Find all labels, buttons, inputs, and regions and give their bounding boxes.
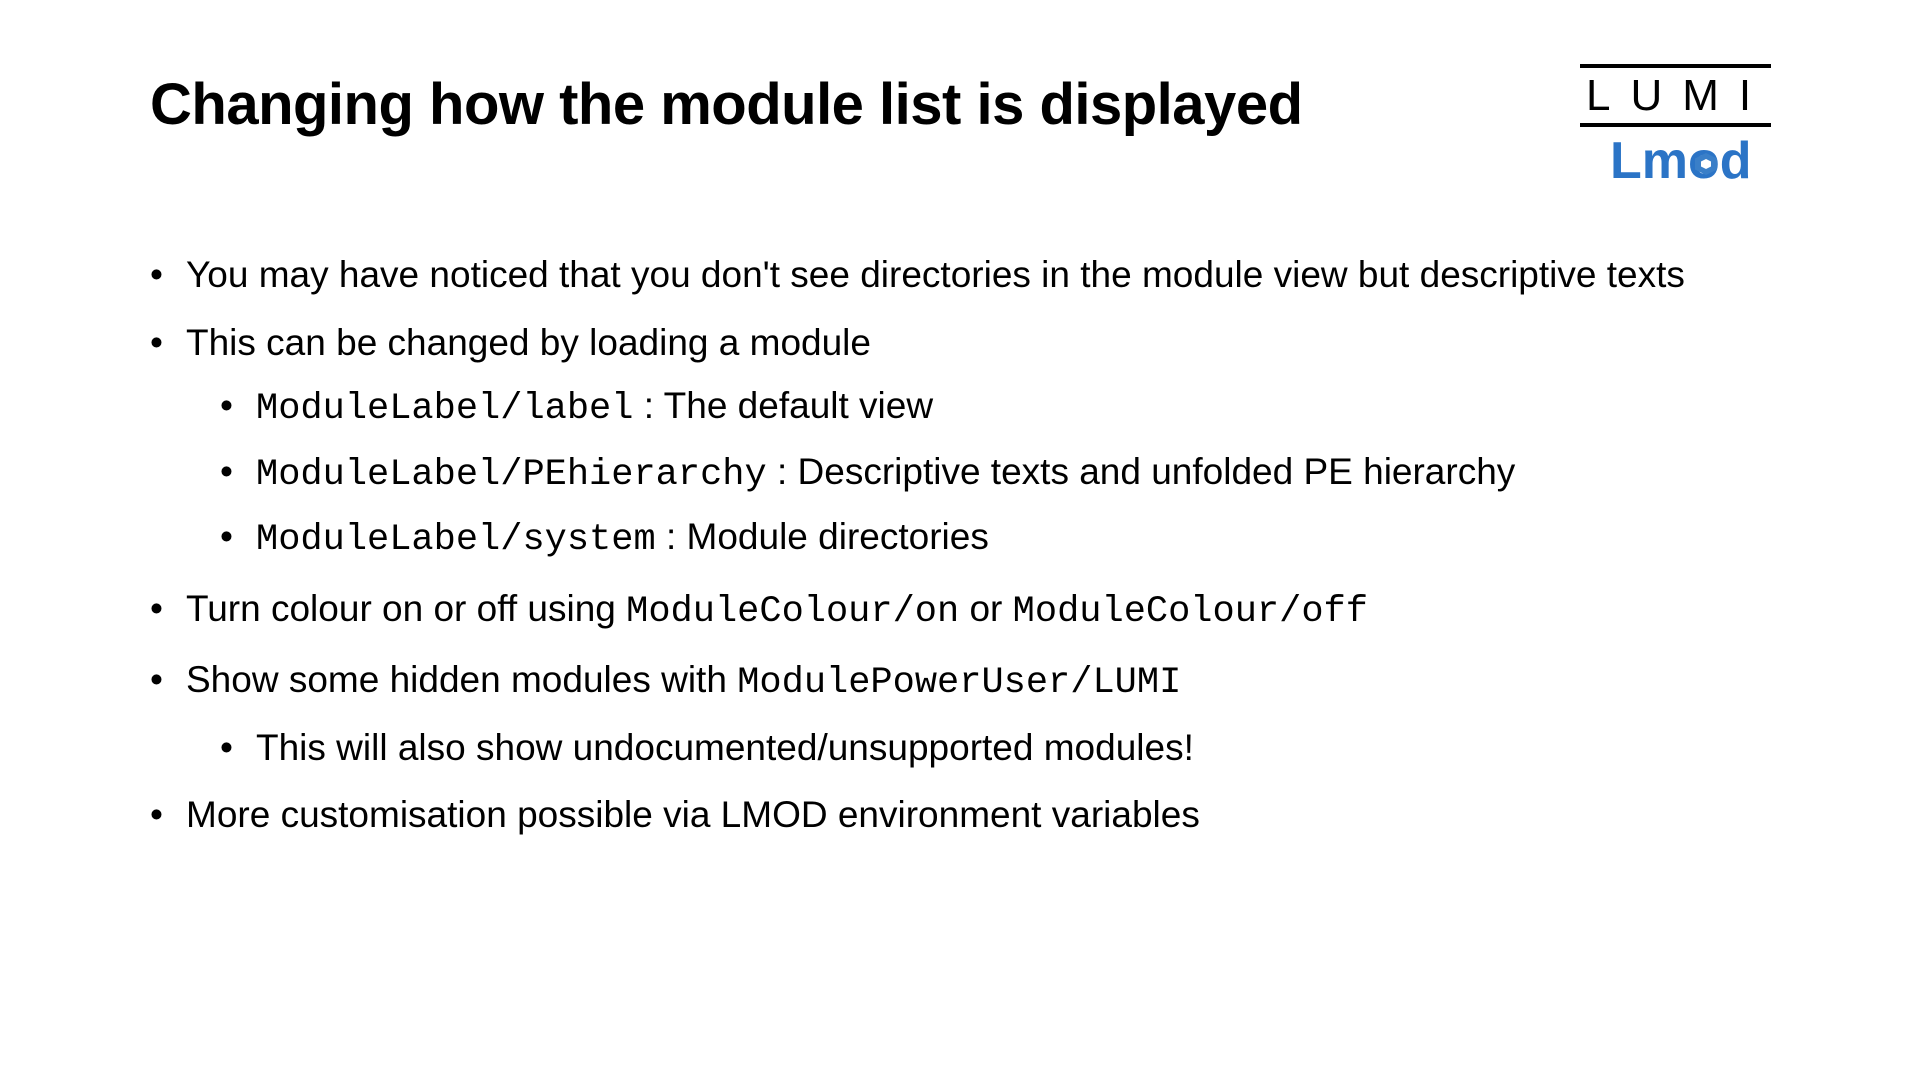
sub-list: ModuleLabel/label : The default view Mod… [186,378,1800,569]
bullet-text: You may have noticed that you don't see … [186,254,1685,295]
list-item: Show some hidden modules with ModulePowe… [150,652,1800,775]
code-text: ModulePowerUser/LUMI [737,662,1181,704]
list-item: You may have noticed that you don't see … [150,247,1800,303]
bullet-text: : Module directories [656,516,989,557]
lmod-logo: Lmod [1610,135,1800,187]
code-text: ModuleLabel/PEhierarchy [256,454,767,496]
list-item: ModuleLabel/PEhierarchy : Descriptive te… [220,444,1800,504]
list-item: This will also show undocumented/unsuppo… [220,720,1800,776]
code-text: ModuleLabel/label [256,388,633,430]
bullet-text: This can be changed by loading a module [186,322,871,363]
slide-title: Changing how the module list is displaye… [150,60,1303,140]
bullet-list: You may have noticed that you don't see … [150,247,1800,843]
bullet-text: Show some hidden modules with [186,659,737,700]
list-item: ModuleLabel/system : Module directories [220,509,1800,569]
code-text: ModuleColour/off [1013,591,1368,633]
sub-list: This will also show undocumented/unsuppo… [186,720,1800,776]
code-text: ModuleLabel/system [256,519,656,561]
list-item: ModuleLabel/label : The default view [220,378,1800,438]
bullet-text: This will also show undocumented/unsuppo… [256,727,1194,768]
slide: Changing how the module list is displaye… [0,0,1920,1080]
header-row: Changing how the module list is displaye… [150,60,1800,187]
bullet-text: : Descriptive texts and unfolded PE hier… [767,451,1516,492]
bullet-text: or [959,588,1012,629]
logo-box: LUMI Lmod [1580,60,1800,187]
lmod-pre: Lm [1610,132,1688,190]
lmod-o-icon: o [1688,135,1720,187]
list-item: More customisation possible via LMOD env… [150,787,1800,843]
list-item: This can be changed by loading a module … [150,315,1800,569]
lumi-logo: LUMI [1580,64,1771,127]
bullet-text: More customisation possible via LMOD env… [186,794,1200,835]
bullet-text: : The default view [633,385,933,426]
list-item: Turn colour on or off using ModuleColour… [150,581,1800,641]
code-text: ModuleColour/on [626,591,959,633]
lmod-post: d [1720,132,1752,190]
bullet-text: Turn colour on or off using [186,588,626,629]
